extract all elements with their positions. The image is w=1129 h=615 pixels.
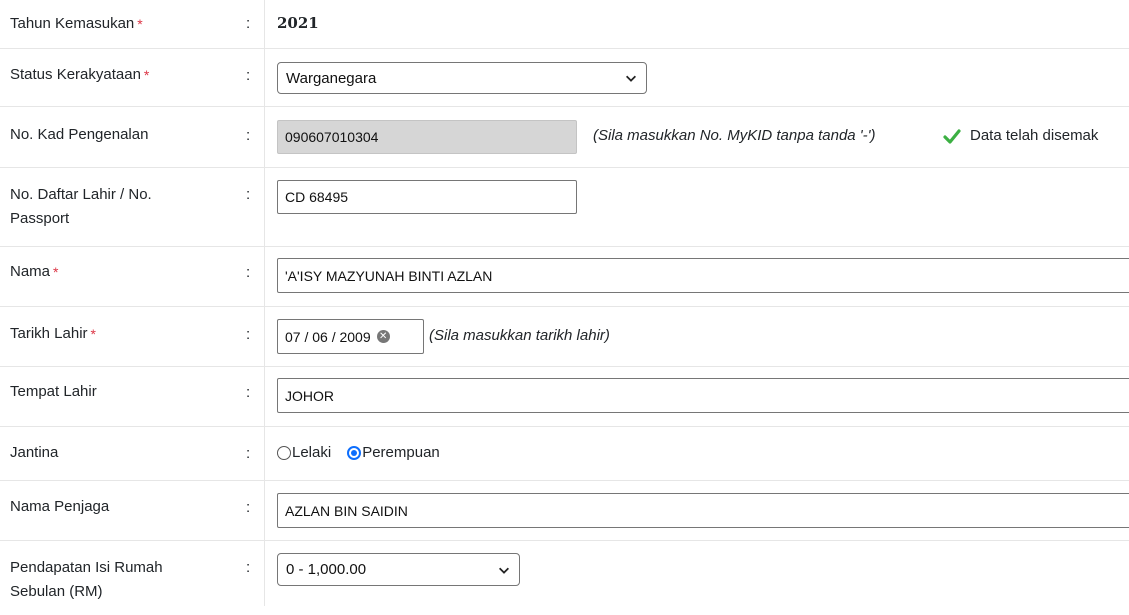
colon: : (246, 445, 251, 462)
row-status-kerakyataan: Status Kerakyataan * : Warganegara (0, 49, 1129, 107)
label-line: Pendapatan Isi Rumah (10, 559, 163, 576)
label-line: No. Daftar Lahir / No. (10, 186, 152, 203)
pendapatan-select[interactable]: 0 - 1,000.00 (277, 553, 520, 586)
status-kerakyataan-select[interactable]: Warganegara (277, 62, 647, 94)
required-marker: * (53, 264, 59, 280)
row-tahun-kemasukan: Tahun Kemasukan * : 2021 (0, 0, 1129, 49)
required-marker: * (90, 326, 96, 342)
label-tarikh-lahir: Tarikh Lahir * (10, 322, 96, 346)
chevron-down-icon (626, 75, 636, 82)
radio-perempuan[interactable] (347, 445, 362, 460)
colon: : (246, 67, 251, 84)
tempat-lahir-input[interactable]: JOHOR (277, 378, 1129, 413)
colon: : (246, 127, 251, 144)
label-tahun-kemasukan: Tahun Kemasukan * (10, 12, 143, 36)
colon: : (246, 559, 251, 576)
input-value: JOHOR (285, 387, 334, 404)
daftar-lahir-input[interactable]: CD 68495 (277, 180, 577, 214)
student-form: Tahun Kemasukan * : 2021 Status Kerakyata… (0, 0, 1129, 615)
label-status-kerakyataan: Status Kerakyataan * (10, 63, 149, 87)
required-marker: * (143, 67, 150, 83)
label-daftar-lahir: No. Daftar Lahir / No. Passport (10, 183, 152, 231)
row-kad-pengenalan: No. Kad Pengenalan : 090607010304 (Sila … (0, 107, 1129, 168)
label-tempat-lahir: Tempat Lahir (10, 383, 97, 400)
colon: : (246, 499, 251, 516)
tarikh-lahir-hint: (Sila masukkan tarikh lahir) (429, 327, 610, 344)
label-text: Status Kerakyataan (10, 66, 141, 83)
clear-circle-icon[interactable]: ✕ (376, 330, 390, 343)
row-pendapatan: Pendapatan Isi Rumah Sebulan (RM) : 0 - 1… (0, 541, 1129, 615)
label-line: Passport (10, 210, 70, 227)
input-value: AZLAN BIN SAIDIN (285, 502, 408, 519)
label-nama-penjaga: Nama Penjaga (10, 498, 110, 515)
radio-label-perempuan[interactable]: Perempuan (362, 444, 440, 461)
row-daftar-lahir: No. Daftar Lahir / No. Passport : CD 6849… (0, 168, 1129, 247)
label-nama: Nama * (10, 260, 58, 284)
select-value: 0 - 1,000.00 (286, 561, 367, 578)
kad-pengenalan-input[interactable]: 090607010304 (277, 120, 577, 154)
checkmark-icon (943, 128, 961, 144)
select-value: Warganegara (286, 69, 377, 87)
row-tempat-lahir: Tempat Lahir : JOHOR (0, 367, 1129, 427)
input-value: 'A'ISY MAZYUNAH BINTI AZLAN (285, 267, 493, 284)
label-text: Tahun Kemasukan (10, 15, 135, 32)
row-nama: Nama * : 'A'ISY MAZYUNAH BINTI AZLAN (0, 247, 1129, 307)
radio-lelaki[interactable] (277, 445, 291, 460)
label-text: Nama (10, 263, 51, 280)
chevron-down-icon (499, 567, 509, 574)
nama-input[interactable]: 'A'ISY MAZYUNAH BINTI AZLAN (277, 258, 1129, 293)
radio-label-lelaki[interactable]: Lelaki (292, 444, 331, 461)
label-pendapatan: Pendapatan Isi Rumah Sebulan (RM) (10, 556, 163, 604)
row-nama-penjaga: Nama Penjaga : AZLAN BIN SAIDIN (0, 481, 1129, 541)
label-text: Tarikh Lahir (10, 325, 88, 342)
nama-penjaga-input[interactable]: AZLAN BIN SAIDIN (277, 493, 1129, 528)
tarikh-lahir-date-input[interactable]: 07 / 06 / 2009 ✕ (277, 319, 424, 354)
input-value: 090607010304 (285, 129, 379, 145)
label-kad-pengenalan: No. Kad Pengenalan (10, 126, 149, 143)
verified-text: Data telah disemak (970, 127, 1099, 144)
colon: : (246, 384, 251, 401)
row-tarikh-lahir: Tarikh Lahir * : 07 / 06 / 2009 ✕ (Sila m… (0, 307, 1129, 367)
input-value: CD 68495 (285, 189, 349, 205)
jantina-radio-group: Lelaki Perempuan (277, 444, 440, 461)
row-jantina: Jantina : Lelaki Perempuan (0, 427, 1129, 481)
label-jantina: Jantina (10, 444, 59, 461)
kad-pengenalan-hint: (Sila masukkan No. MyKID tanpa tanda '-'… (593, 127, 876, 144)
colon: : (246, 15, 251, 32)
tahun-kemasukan-value: 2021 (277, 14, 319, 32)
colon: : (246, 264, 251, 281)
verified-status: Data telah disemak (943, 127, 1098, 144)
input-value: 07 / 06 / 2009 (285, 328, 371, 345)
colon: : (246, 186, 251, 203)
required-marker: * (137, 16, 143, 32)
colon: : (246, 326, 251, 343)
label-line: Sebulan (RM) (10, 583, 103, 600)
